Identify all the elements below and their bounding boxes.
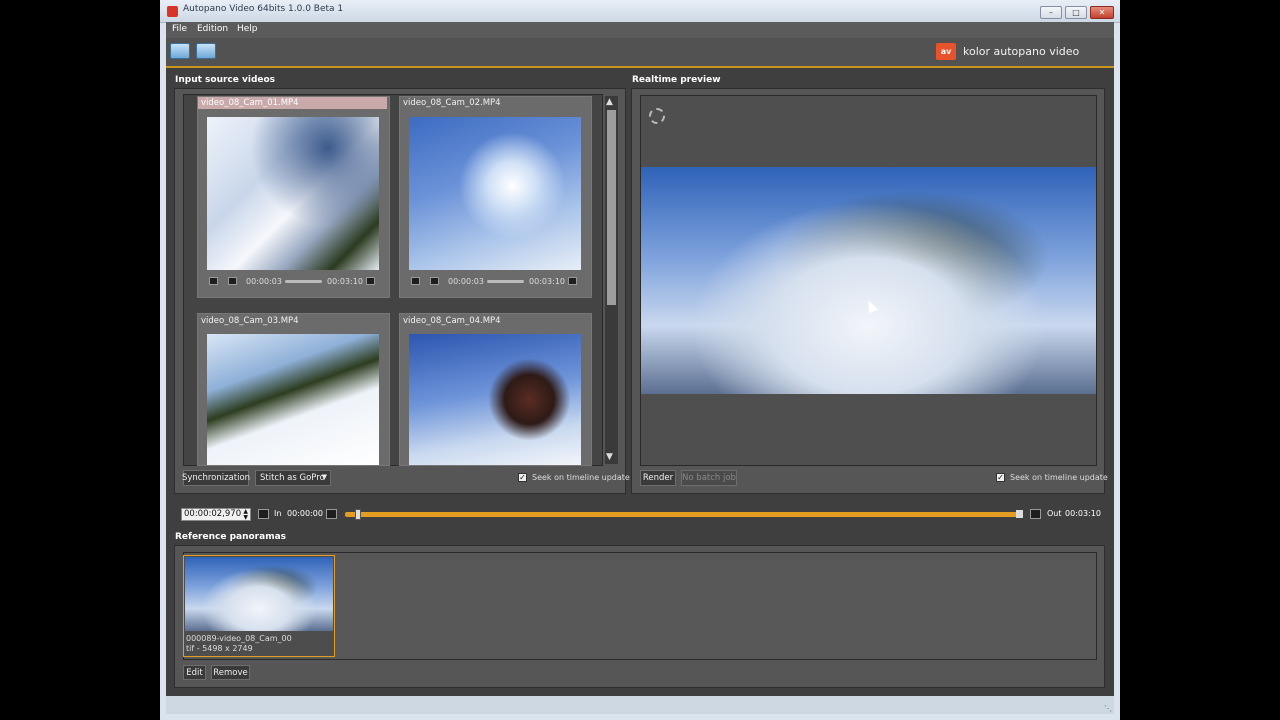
menu-help[interactable]: Help bbox=[237, 24, 258, 34]
menu-bar bbox=[166, 22, 1114, 38]
video-current-time: 00:00:03 bbox=[448, 277, 484, 286]
minimize-button[interactable]: – bbox=[1040, 6, 1062, 19]
status-bar bbox=[166, 696, 1114, 714]
timecode-value: 00:00:02,970 bbox=[184, 509, 242, 519]
video-thumbnail bbox=[207, 334, 379, 465]
reference-info: tif - 5498 x 2749 bbox=[186, 644, 253, 653]
timecode-spinbox[interactable]: 00:00:02,970 ▲ ▼ bbox=[181, 508, 251, 521]
maximize-button[interactable]: □ bbox=[1065, 6, 1087, 19]
video-seek-slider[interactable] bbox=[285, 280, 322, 283]
video-thumbnail bbox=[207, 117, 379, 270]
minimize-icon: – bbox=[1049, 8, 1053, 17]
loading-spinner-icon bbox=[649, 108, 665, 124]
timeline-handle[interactable] bbox=[355, 509, 362, 520]
volume-icon[interactable] bbox=[430, 277, 439, 285]
in-time: 00:00:00 bbox=[287, 509, 323, 518]
video-thumbnail bbox=[409, 117, 581, 270]
synchronization-button[interactable]: Synchronization bbox=[182, 470, 250, 486]
reference-panel-label: Reference panoramas bbox=[175, 532, 287, 542]
scrollbar-thumb[interactable] bbox=[607, 110, 616, 305]
video-card-title: video_08_Cam_03.MP4 bbox=[201, 316, 299, 326]
stitch-button[interactable]: Stitch as GoPro ▼ bbox=[255, 470, 331, 486]
input-panel-label: Input source videos bbox=[175, 75, 276, 85]
play-icon[interactable] bbox=[209, 277, 218, 285]
set-in-icon[interactable] bbox=[326, 509, 337, 519]
reference-name: 000089-video_08_Cam_00 bbox=[186, 634, 292, 643]
video-card-title: video_08_Cam_04.MP4 bbox=[403, 316, 501, 326]
menu-edition[interactable]: Edition bbox=[197, 24, 228, 34]
close-icon: ✕ bbox=[1098, 8, 1106, 17]
brand-name: kolor autopano video bbox=[963, 45, 1080, 58]
kolor-logo-icon: av bbox=[936, 43, 956, 60]
in-label: In bbox=[274, 509, 282, 518]
video-seek-slider[interactable] bbox=[487, 280, 524, 283]
play-icon[interactable] bbox=[411, 277, 420, 285]
play-icon[interactable] bbox=[258, 509, 269, 519]
render-button[interactable]: Render bbox=[640, 470, 676, 486]
fullscreen-icon[interactable] bbox=[568, 277, 577, 285]
input-seek-label: Seek on timeline update bbox=[532, 473, 630, 482]
spinner-arrows-icon[interactable]: ▲ ▼ bbox=[243, 509, 248, 521]
video-total-time: 00:03:10 bbox=[327, 277, 363, 286]
preview-panel-label: Realtime preview bbox=[632, 75, 721, 85]
video-current-time: 00:00:03 bbox=[246, 277, 282, 286]
preview-seek-label: Seek on timeline update bbox=[1010, 473, 1108, 482]
remove-button[interactable]: Remove bbox=[211, 665, 250, 680]
edit-button[interactable]: Edit bbox=[183, 665, 206, 680]
scroll-down-icon[interactable]: ▼ bbox=[606, 452, 613, 462]
batch-job-button[interactable]: No batch job bbox=[681, 470, 737, 486]
set-out-icon[interactable] bbox=[1030, 509, 1041, 519]
preview-seek-checkbox[interactable]: ✓ bbox=[996, 473, 1005, 482]
resize-grip-icon[interactable]: ⋱ bbox=[1104, 704, 1112, 713]
window-title: Autopano Video 64bits 1.0.0 Beta 1 bbox=[183, 4, 344, 14]
video-thumbnail bbox=[409, 334, 581, 465]
chevron-down-icon: ▼ bbox=[321, 473, 327, 481]
import-videos-icon[interactable] bbox=[170, 43, 190, 59]
out-label: Out bbox=[1047, 509, 1062, 518]
close-button[interactable]: ✕ bbox=[1090, 6, 1114, 19]
reference-thumbnail bbox=[185, 557, 333, 631]
stitch-button-label: Stitch as GoPro bbox=[260, 473, 325, 483]
video-card-title: video_08_Cam_02.MP4 bbox=[403, 98, 501, 108]
timeline-track[interactable] bbox=[345, 512, 1023, 517]
video-total-time: 00:03:10 bbox=[529, 277, 565, 286]
input-seek-checkbox[interactable]: ✓ bbox=[518, 473, 527, 482]
maximize-icon: □ bbox=[1072, 8, 1080, 17]
export-icon[interactable] bbox=[196, 43, 216, 59]
preview-panorama-image[interactable] bbox=[641, 167, 1096, 394]
menu-file[interactable]: File bbox=[172, 24, 187, 34]
video-card-title: video_08_Cam_01.MP4 bbox=[201, 98, 299, 108]
scroll-up-icon[interactable]: ▲ bbox=[606, 97, 613, 107]
timeline-out-marker[interactable] bbox=[1016, 510, 1023, 518]
volume-icon[interactable] bbox=[228, 277, 237, 285]
out-time: 00:03:10 bbox=[1065, 509, 1101, 518]
app-icon bbox=[167, 6, 178, 17]
fullscreen-icon[interactable] bbox=[366, 277, 375, 285]
